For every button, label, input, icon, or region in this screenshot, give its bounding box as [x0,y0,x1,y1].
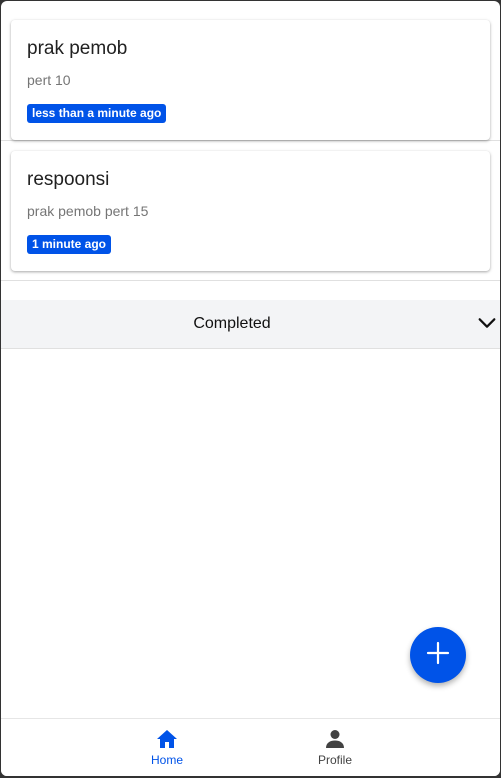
task-row: prak pemob pert 10 less than a minute ag… [1,1,500,141]
chevron-down-icon[interactable] [476,312,498,334]
nav-label-home: Home [150,753,183,767]
completed-section-header[interactable]: Completed [1,300,500,349]
task-title: prak pemob [27,38,128,59]
task-card[interactable]: respoonsi prak pemob pert 15 1 minute ag… [11,151,490,271]
nav-item-home[interactable]: Home [122,727,212,767]
person-icon [290,727,380,751]
nav-item-profile[interactable]: Profile [290,727,380,767]
nav-label-profile: Profile [317,753,352,767]
task-description: prak pemob pert 15 [27,203,149,219]
plus-icon [426,641,450,670]
add-task-button[interactable] [410,627,466,683]
task-card[interactable]: prak pemob pert 10 less than a minute ag… [11,20,490,140]
task-description: pert 10 [27,72,71,88]
app-screen: prak pemob pert 10 less than a minute ag… [1,1,500,776]
task-row: respoonsi prak pemob pert 15 1 minute ag… [1,141,500,281]
task-time-badge: 1 minute ago [27,235,112,254]
task-title: respoonsi [27,169,110,190]
task-time-badge: less than a minute ago [27,104,167,123]
home-icon [122,727,212,751]
bottom-navigation: Home Profile [1,718,500,776]
task-list: prak pemob pert 10 less than a minute ag… [1,1,500,281]
completed-section-label: Completed [193,315,271,332]
